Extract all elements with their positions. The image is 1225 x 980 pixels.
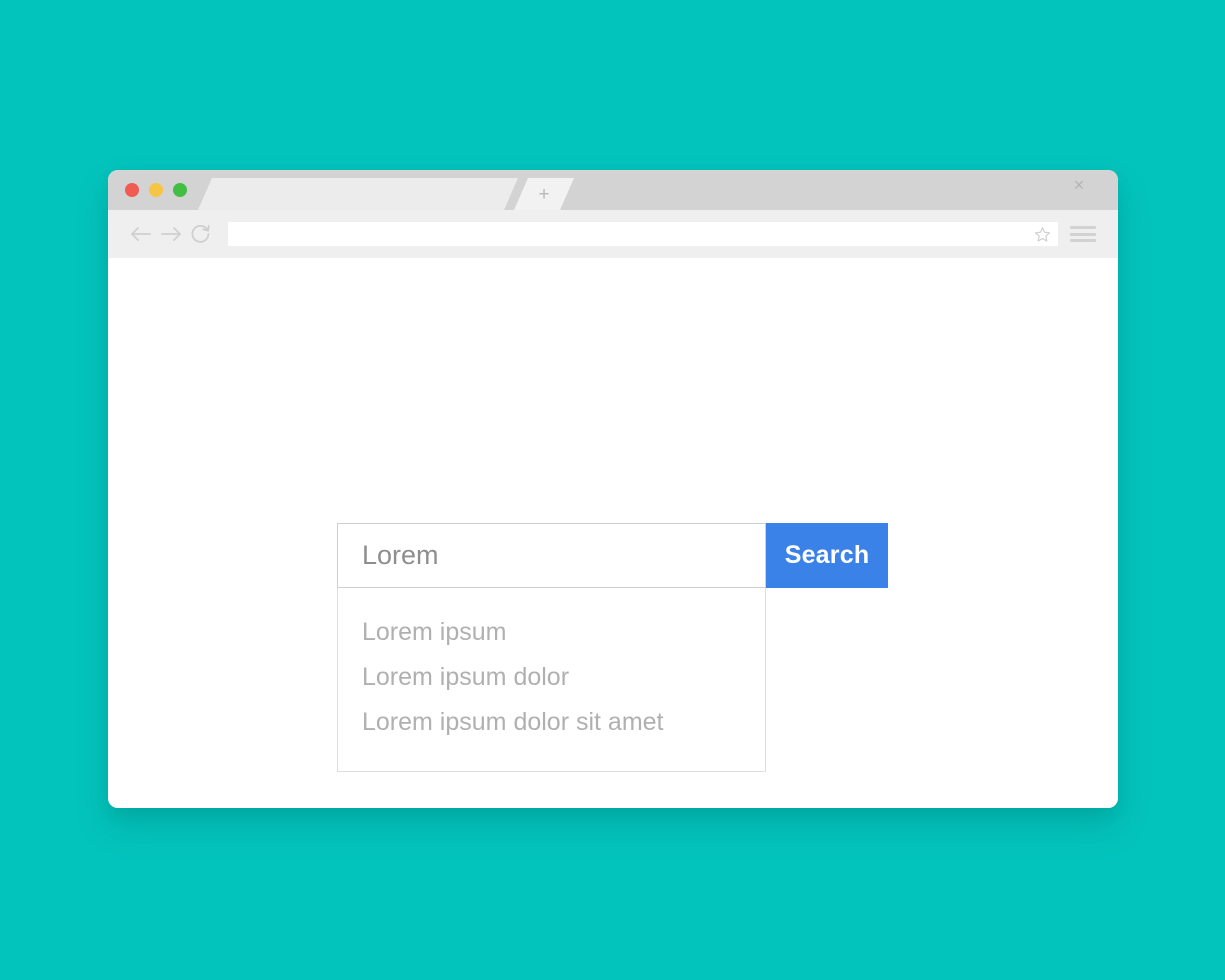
close-window-button[interactable] xyxy=(125,183,139,197)
suggestion-item[interactable]: Lorem ipsum dolor xyxy=(338,655,765,700)
search-suggestions-dropdown: Lorem ipsum Lorem ipsum dolor Lorem ipsu… xyxy=(337,588,766,772)
plus-icon: + xyxy=(538,183,550,205)
new-tab-button[interactable]: + xyxy=(514,178,574,210)
browser-tab-active[interactable] xyxy=(198,178,518,210)
back-button[interactable] xyxy=(126,219,156,249)
search-row: Search xyxy=(337,523,888,588)
search-button[interactable]: Search xyxy=(766,523,888,588)
window-controls xyxy=(125,170,187,210)
search-input[interactable] xyxy=(362,540,765,571)
minimize-window-button[interactable] xyxy=(149,183,163,197)
page-content: Search Lorem ipsum Lorem ipsum dolor Lor… xyxy=(108,258,1118,808)
tab-close-icon[interactable]: × xyxy=(1070,176,1088,194)
reload-button[interactable] xyxy=(186,219,216,249)
browser-toolbar xyxy=(108,210,1118,258)
search-input-wrapper[interactable] xyxy=(337,523,766,588)
menu-line xyxy=(1070,226,1096,229)
browser-window: × + Lorem Search Lorem ipsum Lorem ipsum… xyxy=(108,170,1118,808)
menu-line xyxy=(1070,232,1096,236)
tab-bar: × + xyxy=(108,170,1118,210)
suggestion-item[interactable]: Lorem ipsum dolor sit amet xyxy=(338,700,765,745)
address-input[interactable] xyxy=(238,222,1032,246)
address-bar[interactable] xyxy=(228,222,1058,246)
forward-button[interactable] xyxy=(156,219,186,249)
maximize-window-button[interactable] xyxy=(173,183,187,197)
star-icon[interactable] xyxy=(1032,224,1052,244)
hamburger-menu-icon[interactable] xyxy=(1070,223,1096,245)
menu-line xyxy=(1070,239,1096,242)
suggestion-item[interactable]: Lorem ipsum xyxy=(338,610,765,655)
search-widget: Search Lorem ipsum Lorem ipsum dolor Lor… xyxy=(337,523,888,772)
